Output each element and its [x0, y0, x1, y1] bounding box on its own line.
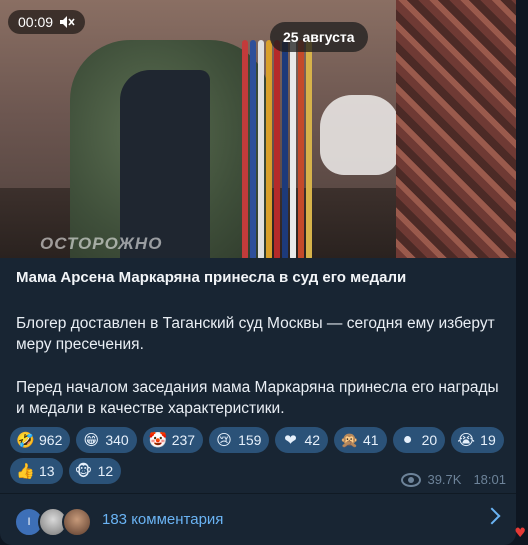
chevron-right-icon — [483, 507, 501, 525]
reaction-count: 12 — [97, 463, 114, 479]
grin-icon: 😁 — [83, 431, 100, 449]
avatar — [62, 506, 92, 537]
thumbs-up-icon: 👍 — [16, 462, 35, 480]
date-badge: 25 августа — [270, 22, 368, 52]
cry-icon: 😢 — [216, 431, 232, 449]
reaction-sob[interactable]: 😭 19 — [451, 427, 504, 453]
comments-count-label: 183 комментария — [102, 511, 224, 528]
video-person-right — [396, 0, 516, 258]
reaction-count: 237 — [171, 432, 196, 448]
eye-icon — [401, 472, 422, 487]
reaction-circles[interactable]: ⚫ 20 — [392, 427, 446, 453]
video-watermark: ОСТОРОЖНО — [40, 234, 163, 253]
reaction-count: 41 — [363, 432, 379, 448]
view-count: 39.7K — [427, 472, 462, 487]
post-title: Мама Арсена Маркаряна принесла в суд его… — [16, 269, 407, 286]
heart-icon: ❤ — [284, 431, 297, 449]
sob-icon: 😭 — [457, 431, 475, 449]
post-time: 18:01 — [473, 472, 506, 487]
speaker-muted-icon[interactable] — [59, 15, 75, 29]
reaction-count: 20 — [421, 432, 438, 448]
rofl-icon: 🤣 — [16, 431, 35, 449]
reaction-count: 159 — [238, 432, 262, 448]
post-meta: 39.7K 18:01 — [401, 472, 506, 487]
video-timer[interactable]: 00:09 — [8, 10, 86, 34]
reaction-monkey[interactable]: 🙊 41 — [334, 427, 387, 453]
channel-post: ОСТОРОЖНО 00:09 25 августа Мама Арсена М… — [0, 0, 516, 545]
monkey-face-icon: 🐵 — [74, 462, 93, 480]
reaction-thumbs-up[interactable]: 👍 13 — [10, 458, 63, 484]
post-paragraph-2: Перед началом заседания мама Маркаряна п… — [16, 379, 499, 417]
reaction-count: 42 — [304, 432, 321, 448]
reaction-rofl[interactable]: 🤣 962 — [10, 427, 71, 453]
post-paragraph-1: Блогер доставлен в Таганский суд Москвы … — [16, 315, 495, 353]
reaction-clown[interactable]: 🤡 237 — [142, 427, 204, 453]
monkey-icon: 🙊 — [340, 431, 359, 449]
reaction-count: 340 — [105, 432, 129, 448]
heart-icon: ♥ — [514, 526, 526, 541]
reaction-count: 13 — [39, 463, 55, 479]
reaction-count: 19 — [480, 432, 496, 448]
reaction-monkey-face[interactable]: 🐵 12 — [68, 458, 122, 484]
reaction-grin[interactable]: 😁 340 — [76, 427, 137, 453]
reaction-cry[interactable]: 😢 159 — [209, 427, 270, 453]
video-preview[interactable]: ОСТОРОЖНО 00:09 25 августа — [0, 0, 516, 258]
video-vest — [120, 70, 210, 258]
circles-icon: ⚫ — [401, 431, 414, 449]
reaction-heart[interactable]: ❤ 42 — [275, 427, 329, 453]
video-time: 00:09 — [18, 14, 54, 30]
comments-button[interactable]: I 183 комментария — [0, 494, 516, 545]
video-bag — [320, 95, 400, 175]
reaction-count: 962 — [39, 432, 63, 448]
video-ribbons — [240, 40, 330, 258]
commenter-avatars: I — [14, 505, 94, 537]
clown-icon: 🤡 — [148, 431, 168, 449]
